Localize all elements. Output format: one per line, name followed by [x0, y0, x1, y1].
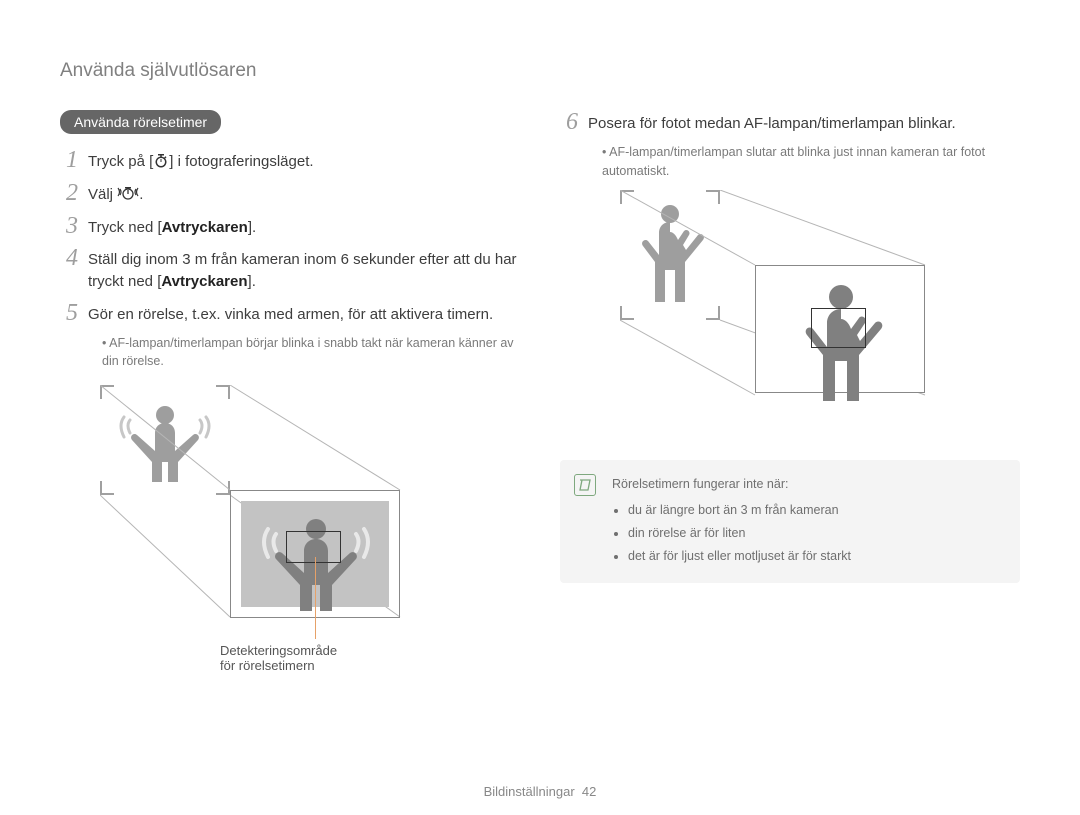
step-text-pre: Posera för fotot medan AF-lampan/timerla… — [588, 115, 956, 132]
step-body: Posera för fotot medan AF-lampan/timerla… — [588, 110, 1020, 135]
step-subtext: AF-lampan/timerlampan börjar blinka i sn… — [60, 334, 520, 372]
caption-line1: Detekteringsområde — [220, 643, 337, 658]
footer-section: Bildinställningar — [484, 784, 575, 799]
focus-box — [811, 308, 866, 348]
posing-illustration — [560, 190, 1020, 440]
note-icon — [574, 474, 596, 496]
note-item: din rörelse är för liten — [628, 523, 1004, 544]
step-text-post: ]. — [248, 273, 256, 290]
person-waving-icon — [100, 385, 230, 495]
step-number: 2 — [60, 181, 78, 206]
step-text-post: ]. — [248, 219, 256, 236]
footer-page-number: 42 — [582, 784, 596, 799]
step-row: 4 Ställ dig inom 3 m från kameran inom 6… — [60, 246, 520, 293]
step-body: Tryck på [ ] i fotograferingsläget. — [88, 148, 520, 173]
small-scene — [620, 190, 720, 320]
note-item: det är för ljust eller motljuset är för … — [628, 546, 1004, 567]
illustration-caption: Detekteringsområde för rörelsetimern — [220, 643, 337, 673]
page-title: Använda självutlösaren — [60, 60, 1020, 82]
step-row: 5 Gör en rörelse, t.ex. vinka med armen,… — [60, 301, 520, 326]
step-text-bold: Avtryckaren — [162, 219, 248, 236]
step-body: Tryck ned [Avtryckaren]. — [88, 214, 520, 239]
step-body: Välj . — [88, 181, 520, 206]
caption-line2: för rörelsetimern — [220, 658, 315, 673]
note-item: du är längre bort än 3 m från kameran — [628, 500, 1004, 521]
note-title: Rörelsetimern fungerar inte när: — [612, 474, 1004, 495]
step-body: Ställ dig inom 3 m från kameran inom 6 s… — [88, 246, 520, 293]
step-number: 3 — [60, 214, 78, 239]
step-text-pre: Välj — [88, 186, 117, 203]
step-text-pre: Gör en rörelse, t.ex. vinka med armen, f… — [88, 306, 493, 323]
step-text-post: ] i fotograferingsläget. — [169, 153, 313, 170]
small-scene — [100, 385, 230, 495]
step-subtext: AF-lampan/timerlampan slutar att blinka … — [560, 143, 1020, 181]
leader-line — [315, 557, 316, 639]
step-number: 1 — [60, 148, 78, 173]
right-column: 6 Posera för fotot medan AF-lampan/timer… — [560, 110, 1020, 695]
step-number: 5 — [60, 301, 78, 326]
person-waving-icon — [231, 489, 401, 644]
step-text-bold: Avtryckaren — [161, 273, 247, 290]
step-row: 1 Tryck på [ ] i fotograferingsläget. — [60, 148, 520, 173]
note-box: Rörelsetimern fungerar inte när: du är l… — [560, 460, 1020, 583]
step-text-pre: Tryck ned [ — [88, 219, 162, 236]
step-text-post: . — [139, 186, 143, 203]
camera-screen — [755, 265, 925, 393]
timer-icon — [153, 153, 169, 169]
step-text-pre: Tryck på [ — [88, 153, 153, 170]
detection-area-box — [286, 531, 341, 563]
page-footer: Bildinställningar 42 — [0, 784, 1080, 799]
person-posing-icon — [620, 190, 720, 320]
two-column-layout: Använda rörelsetimer 1 Tryck på [ ] i fo… — [60, 110, 1020, 695]
step-number: 6 — [560, 110, 578, 135]
section-pill: Använda rörelsetimer — [60, 110, 221, 134]
manual-page: Använda självutlösaren Använda rörelseti… — [0, 0, 1080, 815]
left-column: Använda rörelsetimer 1 Tryck på [ ] i fo… — [60, 110, 520, 695]
step-row: 3 Tryck ned [Avtryckaren]. — [60, 214, 520, 239]
motion-timer-icon — [117, 186, 139, 202]
motion-detection-illustration: Detekteringsområde för rörelsetimern — [60, 385, 520, 695]
step-row: 6 Posera för fotot medan AF-lampan/timer… — [560, 110, 1020, 135]
note-list: du är längre bort än 3 m från kameran di… — [612, 500, 1004, 568]
step-body: Gör en rörelse, t.ex. vinka med armen, f… — [88, 301, 520, 326]
step-row: 2 Välj . — [60, 181, 520, 206]
step-number: 4 — [60, 246, 78, 293]
step-text-pre: Ställ dig inom 3 m från kameran inom 6 s… — [88, 251, 517, 290]
